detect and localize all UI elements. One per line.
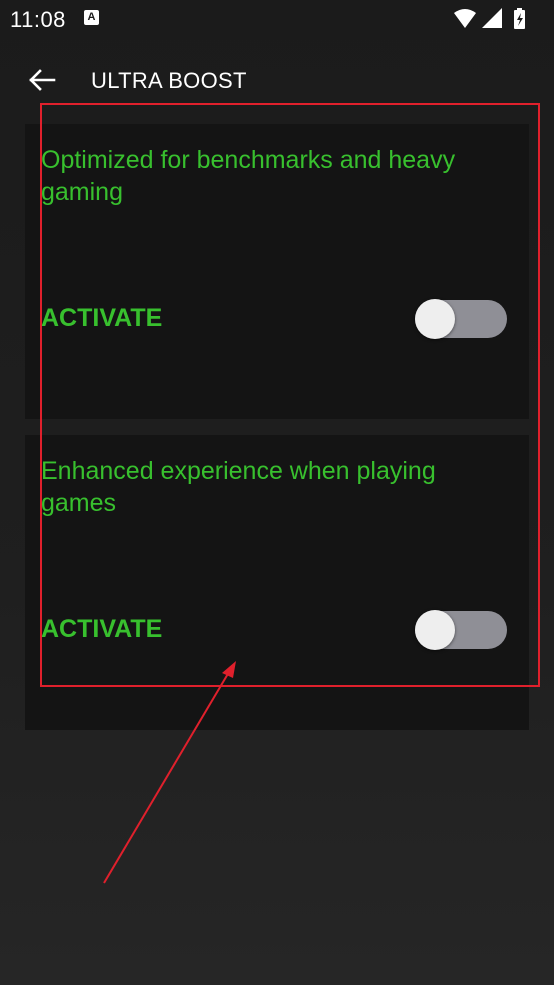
activate-toggle[interactable] [415, 609, 507, 651]
card-description: Optimized for benchmarks and heavy gamin… [41, 146, 456, 206]
status-icons [454, 8, 525, 29]
status-time: 11:08 [10, 7, 66, 32]
toggle-thumb [415, 610, 455, 650]
activate-label: ACTIVATE [41, 304, 163, 332]
boost-card-gaming: Enhanced experience when playing games A… [25, 435, 529, 730]
boost-card-benchmark: Optimized for benchmarks and heavy gamin… [25, 124, 529, 419]
arrow-left-icon[interactable] [26, 66, 58, 94]
card-description: Enhanced experience when playing games [41, 457, 436, 517]
wifi-icon [454, 9, 476, 28]
signal-icon [482, 8, 502, 28]
battery-icon [514, 8, 525, 29]
toggle-thumb [415, 299, 455, 339]
status-bar: 11:08 A [0, 0, 554, 38]
activate-label: ACTIVATE [41, 615, 163, 643]
activate-toggle[interactable] [415, 298, 507, 340]
a-icon: A [84, 10, 99, 25]
page-title: ULTRA BOOST [91, 68, 247, 93]
screen: { "status_bar": { "time": "11:08", "noti… [0, 0, 554, 985]
app-bar: ULTRA BOOST [0, 48, 554, 112]
